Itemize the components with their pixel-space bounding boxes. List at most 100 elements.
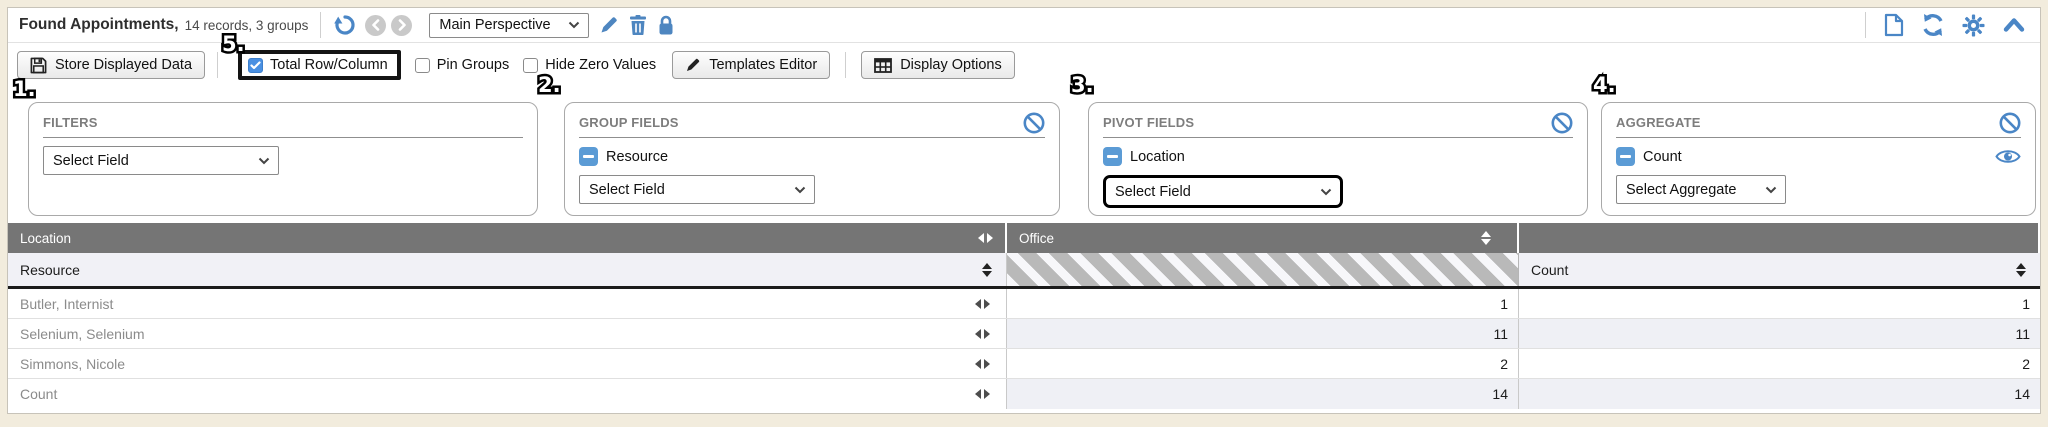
divider <box>845 52 846 78</box>
move-row-icon[interactable] <box>975 359 990 369</box>
delete-perspective-icon[interactable] <box>629 15 647 35</box>
templates-editor-label: Templates Editor <box>709 57 817 73</box>
lock-perspective-icon[interactable] <box>657 15 675 35</box>
top-bar: Found Appointments, 14 records, 3 groups… <box>8 8 2040 43</box>
pivot-fields-panel: PIVOT FIELDS Location Select Field <box>1088 102 1588 216</box>
pivot-field-select-highlighted[interactable]: Select Field <box>1103 175 1343 208</box>
next-perspective-button[interactable] <box>391 15 412 36</box>
row-label-cell[interactable]: Count <box>8 379 1007 409</box>
select-value: Select Field <box>589 182 665 198</box>
location-column-header[interactable]: Location <box>8 223 1007 253</box>
filters-panel: FILTERS Select Field <box>28 102 538 216</box>
store-displayed-data-button[interactable]: Store Displayed Data <box>17 51 205 79</box>
filters-field-select[interactable]: Select Field <box>43 146 279 175</box>
prev-perspective-button[interactable] <box>365 15 386 36</box>
pin-groups-checkbox[interactable]: Pin Groups <box>415 57 510 73</box>
pencil-icon <box>685 57 701 73</box>
move-row-icon[interactable] <box>975 389 990 399</box>
row-header-label: Resource <box>20 262 80 278</box>
total-row-column-checkbox[interactable]: Total Row/Column <box>248 57 388 73</box>
row-label-cell[interactable]: Selenium, Selenium <box>8 319 1007 348</box>
page-title: Found Appointments, <box>19 16 179 34</box>
group-field-chip-row: Resource <box>579 147 1045 166</box>
hide-zero-values-checkbox[interactable]: Hide Zero Values <box>523 57 656 73</box>
column-header-label: Office <box>1019 231 1054 246</box>
count-value-cell: 1 <box>1519 289 2040 318</box>
group-field-chip-label: Resource <box>606 149 668 165</box>
count-value-cell: 14 <box>1519 379 2040 409</box>
pivot-fields-panel-header: PIVOT FIELDS <box>1103 112 1573 138</box>
edit-perspective-icon[interactable] <box>599 15 619 35</box>
pivot-table: Location Office Resource Count <box>8 223 2040 409</box>
move-row-icon[interactable] <box>975 329 990 339</box>
hatched-placeholder-cell <box>1007 253 1519 286</box>
group-field-select[interactable]: Select Field <box>579 175 815 204</box>
resource-row-header[interactable]: Resource <box>8 253 1007 286</box>
office-value-cell: 11 <box>1007 319 1519 348</box>
sort-rows-icon[interactable] <box>982 263 992 277</box>
clear-group-fields-ban-icon[interactable] <box>1023 112 1045 134</box>
table-row-total[interactable]: Count 14 14 <box>8 379 2040 409</box>
table-row[interactable]: Butler, Internist 1 1 <box>8 289 2040 319</box>
toolbar: Store Displayed Data Total Row/Column Pi… <box>8 44 2040 86</box>
store-button-label: Store Displayed Data <box>55 57 192 73</box>
checkbox-label: Hide Zero Values <box>545 57 656 73</box>
sort-column-icon[interactable] <box>2016 263 2026 277</box>
undo-icon[interactable] <box>333 13 357 37</box>
visibility-eye-icon[interactable] <box>1995 148 2021 165</box>
table-row[interactable]: Simmons, Nicole 2 2 <box>8 349 2040 379</box>
divider <box>1865 12 1866 38</box>
table-row[interactable]: Selenium, Selenium 11 11 <box>8 319 2040 349</box>
clear-aggregate-ban-icon[interactable] <box>1999 112 2021 134</box>
checkbox-checked-icon <box>248 58 263 73</box>
chevron-down-icon <box>258 157 270 165</box>
display-options-button[interactable]: Display Options <box>861 51 1015 79</box>
row-label: Selenium, Selenium <box>20 326 145 342</box>
checkbox-unchecked-icon <box>523 58 538 73</box>
remove-field-minus-button[interactable] <box>1616 147 1635 166</box>
top-right-actions <box>1865 12 2040 38</box>
row-label-cell[interactable]: Butler, Internist <box>8 289 1007 318</box>
clear-pivot-fields-ban-icon[interactable] <box>1551 112 1573 134</box>
app-window: Found Appointments, 14 records, 3 groups… <box>7 7 2041 414</box>
refresh-icon[interactable] <box>1921 13 1945 37</box>
row-label: Simmons, Nicole <box>20 356 125 372</box>
count-column-subheader[interactable]: Count <box>1519 253 2040 286</box>
move-row-icon[interactable] <box>975 299 990 309</box>
pivot-field-chip-row: Location <box>1103 147 1573 166</box>
column-header-label: Location <box>20 231 71 246</box>
collapse-chevron-up-icon[interactable] <box>2002 16 2026 34</box>
office-value-cell: 2 <box>1007 349 1519 378</box>
panel-title: PIVOT FIELDS <box>1103 115 1194 130</box>
group-fields-panel-header: GROUP FIELDS <box>579 112 1045 138</box>
record-count-text: 14 records, 3 groups <box>185 18 309 33</box>
move-column-icon[interactable] <box>978 233 993 243</box>
select-value: Select Field <box>53 153 129 169</box>
remove-field-minus-button[interactable] <box>579 147 598 166</box>
new-document-icon[interactable] <box>1884 13 1904 37</box>
pivot-report-screen: Found Appointments, 14 records, 3 groups… <box>0 0 2048 427</box>
aggregate-panel-header: AGGREGATE <box>1616 112 2021 138</box>
aggregate-select[interactable]: Select Aggregate <box>1616 175 1786 204</box>
table-header-row: Location Office <box>8 223 2040 253</box>
templates-editor-button[interactable]: Templates Editor <box>672 51 830 79</box>
office-value-cell: 14 <box>1007 379 1519 409</box>
annotation-highlight-box: Total Row/Column <box>238 50 401 80</box>
pivot-field-chip-label: Location <box>1130 149 1185 165</box>
empty-column-header <box>1519 223 2040 253</box>
row-label: Butler, Internist <box>20 296 113 312</box>
perspective-select[interactable]: Main Perspective <box>429 13 589 38</box>
remove-field-minus-button[interactable] <box>1103 147 1122 166</box>
office-column-header[interactable]: Office <box>1007 223 1519 253</box>
checkbox-label: Total Row/Column <box>270 57 388 73</box>
table-grid-icon <box>874 58 892 73</box>
checkbox-label: Pin Groups <box>437 57 510 73</box>
group-fields-panel: GROUP FIELDS Resource Select Field <box>564 102 1060 216</box>
settings-gear-icon[interactable] <box>1962 14 1985 37</box>
row-label-cell[interactable]: Simmons, Nicole <box>8 349 1007 378</box>
table-subheader-row: Resource Count <box>8 253 2040 289</box>
sort-column-icon[interactable] <box>1481 231 1491 245</box>
chevron-down-icon <box>794 186 806 194</box>
chevron-down-icon <box>1765 186 1777 194</box>
count-value-cell: 11 <box>1519 319 2040 348</box>
